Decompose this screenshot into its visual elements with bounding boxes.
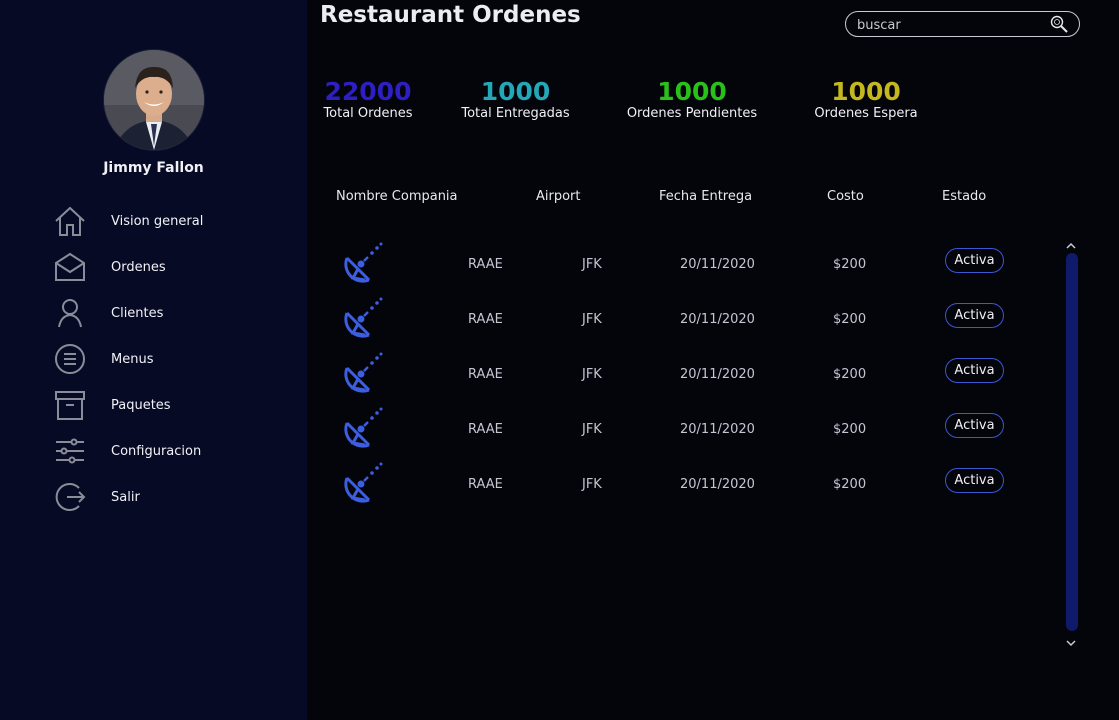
mail-icon	[52, 249, 88, 285]
cell-company: RAAE	[468, 422, 503, 437]
logout-icon	[52, 479, 88, 515]
stat-total-ordenes: 22000 Total Ordenes	[322, 77, 414, 122]
sidebar-item-label: Vision general	[111, 213, 204, 229]
stat-value: 1000	[831, 77, 901, 106]
cell-airport: JFK	[582, 477, 602, 492]
chevron-down-icon	[1066, 639, 1076, 646]
stat-label: Ordenes Pendientes	[626, 106, 758, 121]
cell-airport: JFK	[582, 367, 602, 382]
avatar	[104, 50, 204, 150]
scroll-down-button[interactable]	[1064, 637, 1078, 649]
sidebar-item-label: Clientes	[111, 305, 164, 321]
sidebar-item-salir[interactable]: Salir	[52, 479, 282, 515]
search-box[interactable]	[845, 11, 1080, 37]
stat-ordenes-espera: 1000 Ordenes Espera	[814, 77, 918, 122]
cell-airport: JFK	[582, 422, 602, 437]
stat-value: 1000	[480, 77, 551, 106]
sidebar-item-label: Paquetes	[111, 397, 171, 413]
table-row[interactable]: RAAE JFK 20/11/2020 $200 Activa	[330, 347, 1030, 402]
search-icon[interactable]	[1049, 15, 1069, 37]
cell-company: RAAE	[468, 477, 503, 492]
table-row[interactable]: RAAE JFK 20/11/2020 $200 Activa	[330, 292, 1030, 347]
cell-company: RAAE	[468, 367, 503, 382]
status-badge[interactable]: Activa	[945, 358, 1004, 383]
cell-company: RAAE	[468, 312, 503, 327]
satellite-dish-icon	[339, 350, 385, 400]
stat-value: 1000	[657, 77, 727, 106]
scroll-up-button[interactable]	[1064, 239, 1078, 251]
stat-label: Total Ordenes	[323, 106, 413, 121]
user-name: Jimmy Fallon	[103, 160, 204, 176]
page-title: Restaurant Ordenes	[320, 2, 581, 28]
sidebar-item-label: Configuracion	[111, 443, 202, 459]
cell-cost: $200	[833, 312, 867, 327]
satellite-dish-icon	[339, 405, 385, 455]
home-icon	[52, 203, 88, 239]
column-header-status[interactable]: Estado	[942, 189, 986, 204]
column-header-company[interactable]: Nombre Compania	[336, 189, 458, 204]
stat-total-entregadas: 1000 Total Entregadas	[460, 77, 571, 122]
table-row[interactable]: RAAE JFK 20/11/2020 $200 Activa	[330, 402, 1030, 457]
cell-date: 20/11/2020	[680, 422, 755, 437]
status-badge[interactable]: Activa	[945, 468, 1004, 493]
table-row[interactable]: RAAE JFK 20/11/2020 $200 Activa	[330, 237, 1030, 292]
status-badge[interactable]: Activa	[945, 248, 1004, 273]
cell-date: 20/11/2020	[680, 312, 755, 327]
sidebar-item-paquetes[interactable]: Paquetes	[52, 387, 282, 423]
cell-date: 20/11/2020	[680, 257, 755, 272]
stat-label: Ordenes Espera	[814, 106, 918, 121]
column-header-date[interactable]: Fecha Entrega	[659, 189, 752, 204]
sliders-icon	[52, 433, 88, 469]
sidebar-item-vision-general[interactable]: Vision general	[52, 203, 282, 239]
cell-cost: $200	[833, 367, 867, 382]
cell-airport: JFK	[582, 312, 602, 327]
column-header-cost[interactable]: Costo	[827, 189, 864, 204]
scrollbar-thumb[interactable]	[1066, 253, 1078, 631]
status-badge[interactable]: Activa	[945, 413, 1004, 438]
column-header-airport[interactable]: Airport	[536, 189, 581, 204]
satellite-dish-icon	[339, 295, 385, 345]
sidebar-item-label: Ordenes	[111, 259, 166, 275]
cell-date: 20/11/2020	[680, 367, 755, 382]
cell-airport: JFK	[582, 257, 602, 272]
sidebar-item-ordenes[interactable]: Ordenes	[52, 249, 282, 285]
cell-cost: $200	[833, 477, 867, 492]
satellite-dish-icon	[339, 240, 385, 290]
sidebar-item-configuracion[interactable]: Configuracion	[52, 433, 282, 469]
archive-box-icon	[52, 387, 88, 423]
chevron-up-icon	[1066, 242, 1076, 249]
cell-company: RAAE	[468, 257, 503, 272]
cell-date: 20/11/2020	[680, 477, 755, 492]
avatar-photo	[104, 50, 204, 150]
sidebar-item-clientes[interactable]: Clientes	[52, 295, 282, 331]
user-icon	[52, 295, 88, 331]
menu-circle-icon	[52, 341, 88, 377]
sidebar: Jimmy Fallon Vision general Ordenes Clie…	[0, 0, 307, 720]
sidebar-item-menus[interactable]: Menus	[52, 341, 282, 377]
search-input[interactable]	[855, 15, 1049, 35]
status-badge[interactable]: Activa	[945, 303, 1004, 328]
table-row[interactable]: RAAE JFK 20/11/2020 $200 Activa	[330, 457, 1030, 512]
stat-ordenes-pendientes: 1000 Ordenes Pendientes	[626, 77, 758, 122]
cell-cost: $200	[833, 422, 867, 437]
stat-value: 22000	[324, 77, 412, 106]
satellite-dish-icon	[339, 460, 385, 510]
sidebar-item-label: Salir	[111, 489, 140, 505]
stat-label: Total Entregadas	[461, 106, 570, 121]
cell-cost: $200	[833, 257, 867, 272]
sidebar-item-label: Menus	[111, 351, 154, 367]
